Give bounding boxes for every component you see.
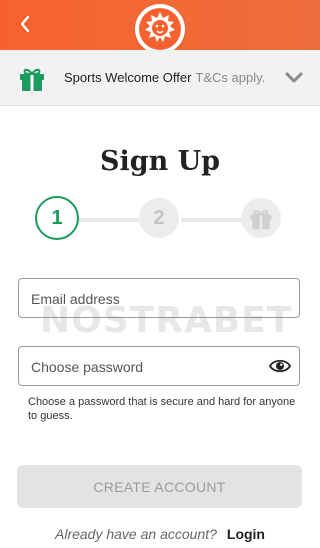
password-field[interactable] (18, 346, 300, 387)
login-question: Already have an account? (55, 526, 217, 542)
brand-logo[interactable] (135, 4, 185, 54)
offer-terms[interactable]: T&Cs apply. (195, 70, 265, 85)
offer-title: Sports Welcome Offer (64, 70, 192, 85)
back-button[interactable] (14, 11, 36, 37)
login-link[interactable]: Login (227, 526, 265, 542)
step-3-reward (241, 198, 281, 238)
password-hint: Choose a password that is secure and har… (28, 396, 296, 422)
page-title: Sign Up (99, 146, 221, 177)
step-2: 2 (139, 198, 179, 238)
step-connector (181, 218, 241, 222)
top-bar (0, 0, 320, 54)
eye-icon[interactable] (269, 357, 291, 375)
login-prompt: Already have an account? Login (0, 526, 320, 542)
chevron-left-icon (20, 15, 30, 33)
chevron-down-icon[interactable] (284, 70, 304, 86)
offer-text: Sports Welcome Offer T&Cs apply. (64, 70, 265, 85)
signup-stepper: 1 2 (0, 196, 320, 244)
watermark-logo: NOSTRABET (40, 300, 293, 341)
gift-icon (250, 209, 272, 230)
password-input[interactable] (29, 347, 273, 387)
create-account-button[interactable]: CREATE ACCOUNT (17, 465, 302, 508)
welcome-offer-banner[interactable]: Sports Welcome Offer T&Cs apply. (0, 50, 320, 106)
lion-logo-icon (139, 8, 181, 50)
gift-icon (20, 68, 44, 91)
step-connector (77, 218, 139, 222)
step-1: 1 (35, 196, 79, 240)
